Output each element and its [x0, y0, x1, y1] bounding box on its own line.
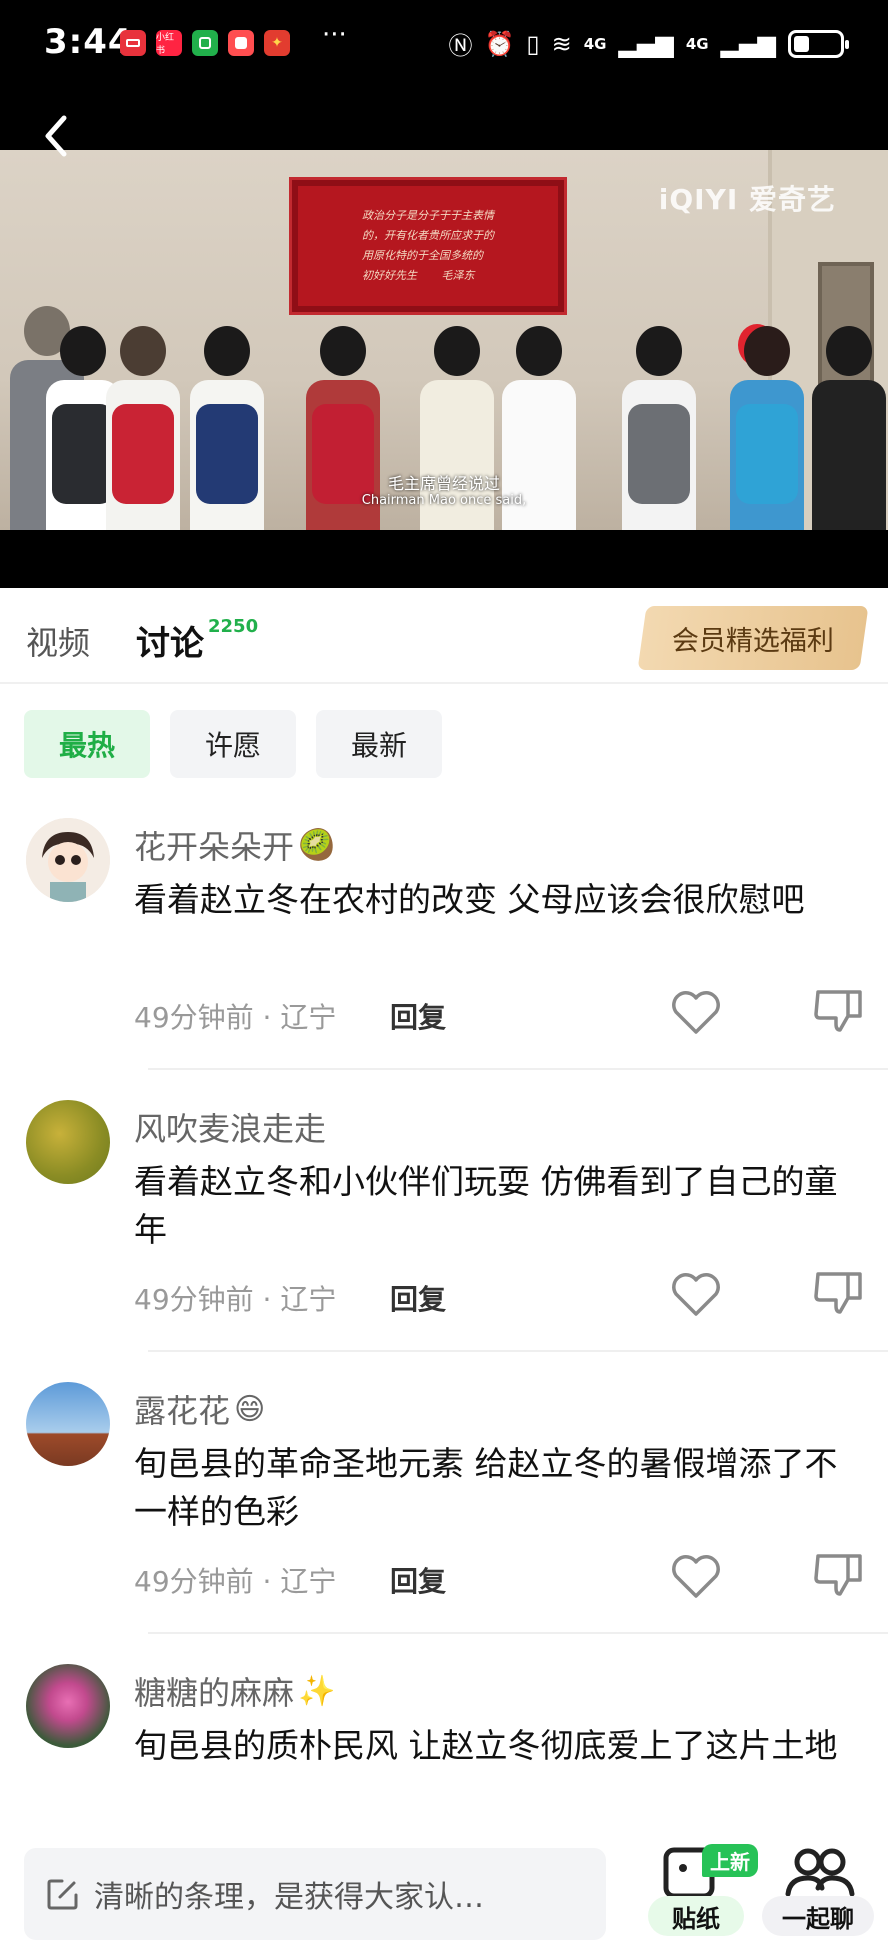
comment-meta: 49分钟前 · 辽宁 [134, 1565, 337, 1598]
comment-sort-filters: 最热 许愿 最新 [24, 710, 442, 778]
iqiyi-watermark: iQIYI 爱奇艺 [658, 183, 836, 216]
username-text: 花开朵朵开 [134, 828, 295, 866]
back-arrow-icon[interactable] [34, 112, 82, 160]
status-icons: Ⓝ ⏰ ▯ ≋ 4G ▂▄▆ 4G ▂▄▆ [448, 26, 849, 61]
avatar[interactable] [26, 1664, 110, 1748]
vibrate-icon: ▯ [526, 29, 540, 58]
app-notification-icon [192, 30, 218, 56]
comment-text: 旬邑县的革命圣地元素 给赵立冬的暑假增添了不一样的色彩 [134, 1444, 838, 1531]
comment-divider [148, 1632, 888, 1634]
discussion-panel: 视频 讨论 2250 会员精选福利 最热 许愿 最新 花开朵朵开 🥝 看着赵立冬在… [0, 588, 888, 1952]
filter-hot[interactable]: 最热 [24, 710, 150, 778]
comment-text: 看着赵立冬在农村的改变 父母应该会很欣慰吧 [134, 880, 805, 919]
tab-video[interactable]: 视频 [26, 618, 90, 664]
kiwi-emoji-icon: 🥝 [298, 827, 336, 863]
comment-meta: 49分钟前 · 辽宁 [134, 1283, 337, 1316]
dislike-icon[interactable] [812, 1550, 864, 1598]
xiaohongshu-notification-icon: 小红书 [156, 30, 182, 56]
comment-username[interactable]: 露花花 😄 [134, 1386, 265, 1432]
filter-wish[interactable]: 许愿 [170, 710, 296, 778]
grin-emoji-icon: 😄 [234, 1391, 266, 1427]
app-notification-icon [120, 30, 146, 56]
like-heart-icon[interactable] [670, 988, 722, 1036]
network-type-label: 4G [583, 34, 607, 53]
vip-benefits-label: 会员精选福利 [672, 625, 834, 657]
comment-username[interactable]: 风吹麦浪走走 [134, 1104, 326, 1150]
red-plaque: 政治分子是分子于于主表情 的，开有化者贵所应求于的 用原化特的于全国多统的 初好… [292, 180, 564, 312]
video-player[interactable]: 政治分子是分子于于主表情 的，开有化者贵所应求于的 用原化特的于全国多统的 初好… [0, 88, 888, 588]
username-text: 露花花 [134, 1392, 231, 1430]
reply-button[interactable]: 回复 [390, 1560, 446, 1600]
battery-icon [788, 29, 849, 58]
video-frame: 政治分子是分子于于主表情 的，开有化者贵所应求于的 用原化特的于全国多统的 初好… [0, 150, 888, 530]
plaque-text: 政治分子是分子于于主表情 的，开有化者贵所应求于的 用原化特的于全国多统的 初好… [362, 209, 494, 282]
app-notification-icon: ✦ [264, 30, 290, 56]
comment-text: 看着赵立冬和小伙伴们玩耍 仿佛看到了自己的童年 [134, 1162, 838, 1249]
comment-username[interactable]: 糖糖的麻麻 ✨ [134, 1668, 335, 1714]
avatar[interactable] [26, 818, 110, 902]
comment-item: 花开朵朵开 🥝 看着赵立冬在农村的改变 父母应该会很欣慰吧 49分钟前 · 辽宁 … [0, 818, 888, 1078]
network-type-label: 4G [685, 34, 709, 53]
comment-input[interactable]: 清晰的条理，是获得大家认… [24, 1848, 606, 1940]
app-notification-icon [228, 30, 254, 56]
avatar[interactable] [26, 1100, 110, 1184]
filter-latest[interactable]: 最新 [316, 710, 442, 778]
comment-item: 露花花 😄 旬邑县的革命圣地元素 给赵立冬的暑假增添了不一样的色彩 49分钟前 ·… [0, 1382, 888, 1642]
comment-divider [148, 1068, 888, 1070]
signal-icon: ▂▄▆ [618, 29, 674, 58]
sparkles-emoji-icon: ✨ [298, 1673, 336, 1709]
comment-input-placeholder: 清晰的条理，是获得大家认… [94, 1880, 484, 1915]
sticker-button[interactable]: 贴纸 [648, 1896, 744, 1936]
like-heart-icon[interactable] [670, 1552, 722, 1600]
dislike-icon[interactable] [812, 1268, 864, 1316]
dislike-icon[interactable] [812, 986, 864, 1034]
username-text: 糖糖的麻麻 [134, 1674, 295, 1712]
reply-button[interactable]: 回复 [390, 996, 446, 1036]
comment-item: 糖糖的麻麻 ✨ 旬邑县的质朴民风 让赵立冬彻底爱上了这片土地 [0, 1664, 888, 1864]
comment-meta: 49分钟前 · 辽宁 [134, 1001, 337, 1034]
subtitle-chinese: 毛主席曾经说过 [387, 474, 500, 493]
edit-icon [47, 1879, 78, 1910]
discussion-count-badge: 2250 [208, 616, 259, 637]
username-text: 风吹麦浪走走 [134, 1110, 327, 1148]
subtitle-english: Chairman Mao once said, [361, 493, 527, 508]
like-heart-icon[interactable] [670, 1270, 722, 1318]
comment-divider [148, 1350, 888, 1352]
reply-button[interactable]: 回复 [390, 1278, 446, 1318]
status-bar: 3:44 小红书 ✦ ··· Ⓝ ⏰ ▯ ≋ 4G ▂▄▆ 4G ▂▄▆ [0, 0, 888, 88]
comment-input-bar: 清晰的条理，是获得大家认… 上新 贴纸 一起聊 [0, 1840, 888, 1952]
comment-text: 旬邑县的质朴民风 让赵立冬彻底爱上了这片土地 [134, 1726, 838, 1765]
alarm-icon: ⏰ [484, 29, 515, 58]
new-badge: 上新 [702, 1844, 758, 1877]
signal-icon: ▂▄▆ [720, 29, 776, 58]
nfc-icon: Ⓝ [448, 32, 473, 60]
wifi-icon: ≋ [551, 29, 572, 58]
battery-level-fill [794, 35, 810, 52]
chat-together-button[interactable]: 一起聊 [762, 1896, 874, 1936]
tab-discussion[interactable]: 讨论 [136, 616, 204, 665]
comment-username[interactable]: 花开朵朵开 🥝 [134, 822, 335, 868]
vip-benefits-button[interactable]: 会员精选福利 [637, 606, 869, 670]
more-notifications-indicator: ··· [322, 20, 347, 50]
notification-app-icons: 小红书 ✦ [120, 30, 290, 56]
comment-item: 风吹麦浪走走 看着赵立冬和小伙伴们玩耍 仿佛看到了自己的童年 49分钟前 · 辽… [0, 1100, 888, 1360]
avatar[interactable] [26, 1382, 110, 1466]
tab-bar: 视频 讨论 2250 会员精选福利 [0, 588, 888, 684]
